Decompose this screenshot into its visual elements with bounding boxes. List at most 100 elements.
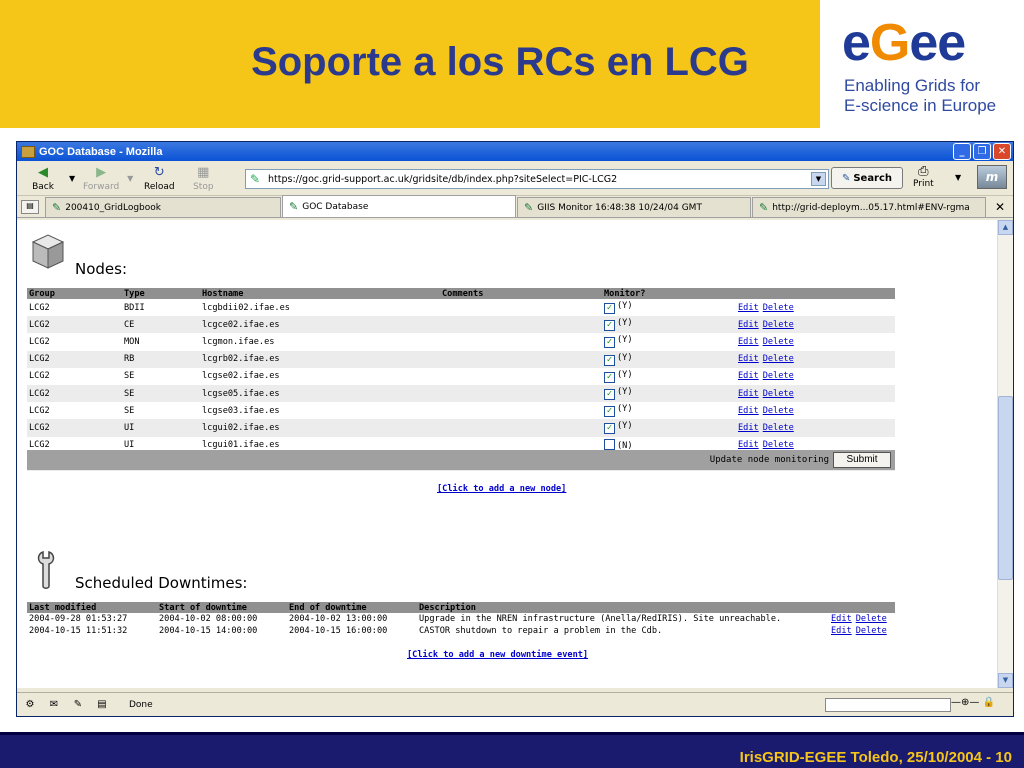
navigation-toolbar: ◀ Back ▼ ▶ Forward ▼ ↻ Reload ▦ Stop ✎ https… bbox=[17, 161, 1013, 196]
delete-link[interactable]: Delete bbox=[856, 614, 887, 624]
delete-link[interactable]: Delete bbox=[856, 626, 887, 636]
tab-grid-deployment[interactable]: ✎ http://grid-deploym...05.17.html#ENV-rg… bbox=[752, 197, 986, 217]
monitor-checkbox[interactable]: ✓ bbox=[604, 337, 615, 349]
cell-hostname: lcgce02.ifae.es bbox=[200, 316, 440, 334]
submit-button[interactable]: Submit bbox=[833, 452, 891, 468]
edit-link[interactable]: Edit bbox=[738, 320, 759, 330]
delete-link[interactable]: Delete bbox=[763, 406, 794, 416]
cell-type: SE bbox=[124, 405, 135, 416]
tab-gridlogbook[interactable]: ✎ 200410_GridLogbook bbox=[45, 197, 281, 217]
monitor-checkbox[interactable]: ✓ bbox=[604, 406, 615, 418]
egee-tagline-1: Enabling Grids for bbox=[844, 76, 981, 95]
cell-group: LCG2 bbox=[29, 302, 50, 313]
url-dropdown-button[interactable]: ▼ bbox=[811, 172, 826, 186]
edit-link[interactable]: Edit bbox=[738, 440, 759, 450]
col-actions bbox=[829, 602, 895, 613]
table-row: 2004-10-15 11:51:32 2004-10-15 14:00:00 20… bbox=[27, 625, 895, 637]
reload-button[interactable]: ↻ Reload bbox=[137, 165, 181, 192]
delete-link[interactable]: Delete bbox=[763, 354, 794, 364]
col-description: Description bbox=[417, 602, 829, 613]
monitor-value: (Y) bbox=[617, 404, 633, 415]
delete-link[interactable]: Delete bbox=[763, 440, 794, 450]
monitor-checkbox[interactable] bbox=[604, 439, 615, 451]
cell-type: SE bbox=[124, 371, 135, 382]
monitor-checkbox[interactable]: ✓ bbox=[604, 354, 615, 366]
tab-goc-database[interactable]: ✎ GOC Database bbox=[282, 195, 516, 217]
table-row: LCG2 CE lcgce02.ifae.es ✓ (Y) Edit Delete bbox=[27, 316, 895, 334]
edit-link[interactable]: Edit bbox=[738, 389, 759, 399]
back-button[interactable]: ◀ Back bbox=[21, 165, 65, 192]
monitor-checkbox[interactable]: ✓ bbox=[604, 320, 615, 332]
cell-group: LCG2 bbox=[29, 336, 50, 347]
delete-link[interactable]: Delete bbox=[763, 371, 794, 381]
cell-hostname: lcgbdii02.ifae.es bbox=[202, 302, 290, 313]
mail-icon[interactable]: ✉ bbox=[45, 699, 63, 711]
forward-button[interactable]: ▶ Forward bbox=[79, 165, 123, 192]
tab-site-icon: ✎ bbox=[759, 201, 769, 214]
monitor-checkbox[interactable]: ✓ bbox=[604, 423, 615, 435]
cell-group: LCG2 bbox=[27, 384, 122, 403]
table-row: LCG2 UI lcgui02.ifae.es ✓ (Y) Edit Delete bbox=[27, 419, 895, 437]
cell-actions: Edit Delete bbox=[736, 316, 895, 334]
address-book-icon[interactable]: ▤ bbox=[93, 699, 111, 711]
restore-button[interactable]: ❐ bbox=[973, 143, 991, 160]
edit-link[interactable]: Edit bbox=[738, 371, 759, 381]
delete-link[interactable]: Delete bbox=[763, 320, 794, 330]
cell-type: SE bbox=[122, 384, 200, 403]
cell-monitor: ✓(Y) bbox=[602, 333, 736, 350]
cell-end: 2004-10-15 16:00:00 bbox=[289, 626, 388, 636]
add-downtime-link[interactable]: [Click to add a new downtime event] bbox=[407, 650, 588, 660]
nodes-box-icon bbox=[31, 234, 65, 269]
forward-history-dropdown[interactable]: ▼ bbox=[127, 174, 133, 183]
table-row: LCG2 MON lcgmon.ifae.es ✓ (Y) Edit Delete bbox=[27, 333, 895, 350]
cell-actions: Edit Delete bbox=[736, 333, 895, 350]
back-history-dropdown[interactable]: ▼ bbox=[69, 174, 75, 183]
slide-footer-band: IrisGRID-EGEE Toledo, 25/10/2004 - 10 bbox=[0, 732, 1024, 768]
delete-link[interactable]: Delete bbox=[763, 423, 794, 433]
navigator-icon[interactable]: ⚙ bbox=[21, 699, 39, 711]
search-button[interactable]: ✎ Search bbox=[831, 167, 903, 189]
print-button[interactable]: ⎙ Print bbox=[913, 164, 934, 189]
scroll-thumb[interactable] bbox=[998, 396, 1013, 580]
close-window-button[interactable]: ✕ bbox=[993, 143, 1011, 160]
tab-giis-monitor[interactable]: ✎ GIIS Monitor 16:48:38 10/24/04 GMT bbox=[517, 197, 751, 217]
monitor-checkbox[interactable]: ✓ bbox=[604, 389, 615, 401]
cell-monitor: ✓(Y) bbox=[602, 316, 736, 334]
delete-link[interactable]: Delete bbox=[763, 303, 794, 313]
table-row: LCG2 SE lcgse02.ifae.es ✓ (Y) Edit Delete bbox=[27, 368, 895, 385]
close-tab-icon[interactable]: ✕ bbox=[995, 200, 1005, 214]
cell-group: LCG2 bbox=[27, 419, 122, 437]
minimize-button[interactable]: _ bbox=[953, 143, 971, 160]
search-icon: ✎ bbox=[841, 172, 851, 184]
url-bar[interactable]: ✎ https://goc.grid-support.ac.uk/gridsit… bbox=[245, 169, 829, 189]
print-dropdown[interactable]: ▼ bbox=[955, 173, 961, 182]
tab-list-icon[interactable]: ▤ bbox=[21, 200, 39, 214]
edit-link[interactable]: Edit bbox=[738, 354, 759, 364]
delete-link[interactable]: Delete bbox=[763, 337, 794, 347]
edit-link[interactable]: Edit bbox=[831, 614, 852, 624]
cell-hostname: lcgmon.ifae.es bbox=[202, 336, 275, 347]
cell-comments bbox=[440, 402, 602, 419]
scroll-down-button[interactable]: ▼ bbox=[998, 673, 1013, 688]
col-type: Type bbox=[122, 288, 200, 299]
cell-hostname: lcgui02.ifae.es bbox=[200, 419, 440, 437]
mozilla-throbber-icon[interactable]: m bbox=[977, 165, 1007, 189]
add-node-link[interactable]: [Click to add a new node] bbox=[437, 484, 566, 494]
edit-link[interactable]: Edit bbox=[738, 423, 759, 433]
app-icon bbox=[21, 145, 35, 158]
monitor-checkbox[interactable]: ✓ bbox=[604, 371, 615, 383]
edit-link[interactable]: Edit bbox=[831, 626, 852, 636]
monitor-checkbox[interactable]: ✓ bbox=[604, 303, 615, 315]
window-titlebar[interactable]: GOC Database - Mozilla _ ❐ ✕ bbox=[17, 142, 1013, 161]
scroll-up-button[interactable]: ▲ bbox=[998, 220, 1013, 235]
edit-link[interactable]: Edit bbox=[738, 337, 759, 347]
online-status-icon[interactable]: —⊕— 🔒 bbox=[951, 697, 995, 708]
cell-start: 2004-10-02 08:00:00 bbox=[159, 614, 258, 624]
delete-link[interactable]: Delete bbox=[763, 389, 794, 399]
monitor-value: (Y) bbox=[617, 318, 633, 329]
edit-link[interactable]: Edit bbox=[738, 406, 759, 416]
composer-icon[interactable]: ✎ bbox=[69, 699, 87, 711]
stop-button[interactable]: ▦ Stop bbox=[181, 165, 225, 192]
edit-link[interactable]: Edit bbox=[738, 303, 759, 313]
vertical-scrollbar[interactable]: ▲ ▼ bbox=[997, 220, 1013, 688]
